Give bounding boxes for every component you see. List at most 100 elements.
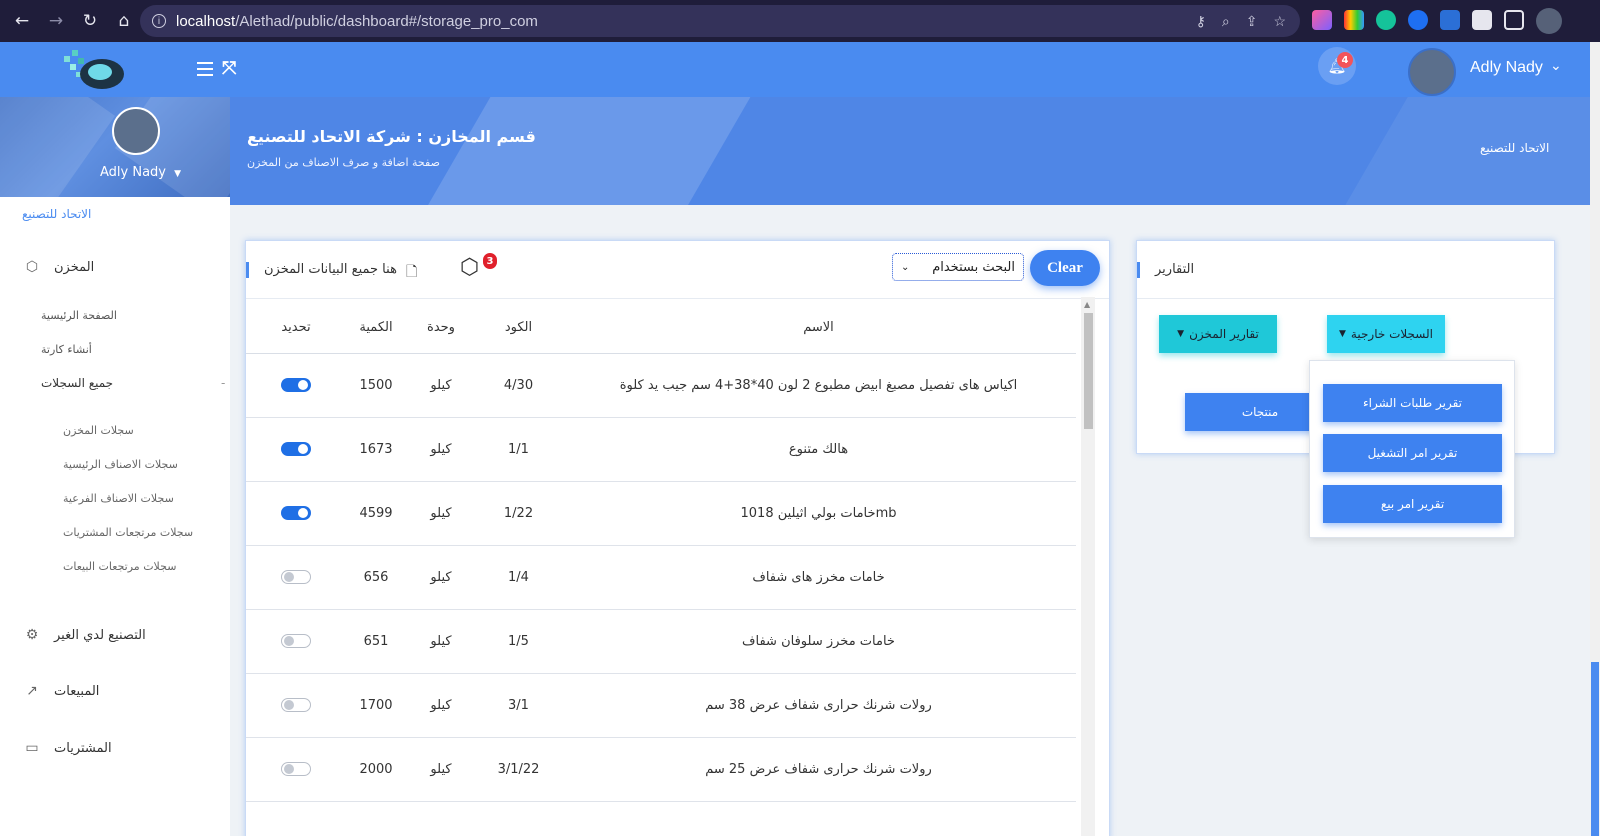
name-cell: mbخامات بولي اثيلين 1018 — [561, 481, 1076, 546]
row-select-cell — [246, 417, 346, 482]
site-info-icon[interactable]: i — [152, 14, 166, 28]
column-header-code[interactable]: الكود — [476, 303, 561, 354]
extension-grammarly-icon[interactable] — [1376, 10, 1396, 30]
sidebar-item-store[interactable]: ⬡ المخزن — [24, 259, 94, 275]
menu-item-sale-order-report[interactable]: تقرير امر بيع — [1323, 485, 1502, 523]
table-row[interactable]: 656 كيلو 1/4 خامات مخرز هاى شفاف — [246, 545, 1076, 610]
collapse-icon: - — [221, 376, 226, 390]
row-select-toggle[interactable] — [281, 762, 311, 776]
side-panel-icon[interactable] — [1504, 10, 1524, 30]
table-row[interactable]: 651 كيلو 1/5 خامات مخرز سلوفان شفاف — [246, 609, 1076, 674]
menu-item-operation-order-report[interactable]: تقرير امر التشغيل — [1323, 434, 1502, 472]
sidebar-item-home[interactable]: الصفحة الرئيسية — [41, 309, 117, 322]
page-title: قسم المخازن : شركة الاتحاد للتصنيع — [247, 127, 536, 146]
sidebar-user-menu[interactable]: Adly Nady ▼ — [100, 165, 181, 180]
notifications-button[interactable]: 🔔︎ 4 — [1318, 47, 1356, 85]
qty-cell: 4599 — [346, 481, 406, 546]
fullscreen-icon[interactable]: ⤧ — [222, 58, 236, 79]
table-body: 1500 كيلو 4/30 اكياس هاى تفصيل مصبغ ابيض مط… — [246, 353, 1076, 836]
sidebar-item-create-card[interactable]: أنشاء كارتة — [41, 343, 92, 356]
chevron-down-icon: ⌄ — [901, 261, 910, 273]
row-select-toggle[interactable] — [281, 634, 311, 648]
back-icon[interactable]: ← — [10, 9, 34, 33]
qty-cell: 656 — [346, 545, 406, 610]
qty-cell: 1673 — [346, 417, 406, 482]
app-header: ⤧ 🔔︎ 4 Adly Nady ⌄ — [0, 42, 1600, 97]
sidebar-record-purchase-returns[interactable]: سجلات مرتجعات المشتريات — [63, 526, 193, 539]
sidebar-record-store[interactable]: سجلات المخزن — [63, 424, 134, 437]
table-row[interactable] — [246, 801, 1076, 836]
sidebar-item-label: سجلات مرتجعات المشتريات — [63, 526, 194, 539]
sidebar-item-manufacturing[interactable]: ⚙ التصنيع لدي الغير — [24, 627, 146, 643]
page-subtitle: صفحة اضافة و صرف الاصناف من المخزن — [247, 156, 440, 169]
extension-infinity-icon[interactable] — [1408, 10, 1428, 30]
reports-title: التقارير — [1155, 262, 1195, 277]
table-row[interactable]: 2000 كيلو 3/1/22 رولات شرنك حرارى شفاف عرض … — [246, 737, 1076, 802]
row-select-toggle[interactable] — [281, 506, 311, 520]
sidebar-record-sales-returns[interactable]: سجلات مرتجعات البيعات — [63, 560, 176, 573]
table-row[interactable]: 1673 كيلو 1/1 هالك متنوع — [246, 417, 1076, 482]
menu-item-purchase-requests-report[interactable]: تقرير طلبات الشراء — [1323, 384, 1502, 422]
key-icon[interactable]: ⚷ — [1196, 13, 1206, 30]
search-by-value: البحث بستخدام — [932, 259, 1015, 275]
sidebar-item-all-records[interactable]: جميع السجلات - — [41, 376, 231, 390]
store-data-card: هنا جميع البيانات المخزن 🗋︎ ⬡ 3 ⌄ البحث … — [245, 240, 1110, 836]
page-scrollbar-thumb[interactable] — [1591, 662, 1599, 836]
external-records-dropdown-button[interactable]: ▼ السجلات خارجية — [1327, 315, 1445, 353]
store-table-container[interactable]: تحديد الكمية وحدة الكود الاسم 1500 كيلو 4/… — [246, 303, 1076, 836]
table-scrollbar-thumb[interactable] — [1084, 313, 1093, 429]
sidebar-record-main-items[interactable]: سجلات الاصناف الرئيسية — [63, 458, 178, 471]
column-header-name[interactable]: الاسم — [561, 303, 1076, 354]
sidebar-item-label: المخزن — [54, 259, 95, 275]
row-select-toggle[interactable] — [281, 698, 311, 712]
search-by-select[interactable]: ⌄ البحث بستخدام — [892, 253, 1024, 281]
table-row[interactable]: 1700 كيلو 3/1 رولات شرنك حرارى شفاف عرض 38 … — [246, 673, 1076, 738]
external-records-label: السجلات خارجية — [1350, 327, 1433, 341]
qty-cell: 1700 — [346, 673, 406, 738]
sidebar-profile: Adly Nady ▼ — [0, 97, 230, 197]
row-select-toggle[interactable] — [281, 378, 311, 392]
table-row[interactable]: 4599 كيلو 1/22 mbخامات بولي اثيلين 1018 — [246, 481, 1076, 546]
column-header-select[interactable]: تحديد — [246, 303, 346, 354]
chevron-down-icon[interactable]: ⌄ — [1550, 58, 1562, 74]
reports-card-header: التقارير — [1137, 241, 1554, 299]
app-logo[interactable] — [62, 48, 128, 92]
column-header-qty[interactable]: الكمية — [346, 303, 406, 354]
name-cell: هالك متنوع — [561, 417, 1076, 482]
clear-button[interactable]: Clear — [1030, 250, 1100, 286]
caret-down-icon: ▼ — [1177, 329, 1185, 339]
sidebar-item-label: جميع السجلات — [41, 376, 114, 390]
breadcrumb[interactable]: الاتحاد للتصنيع — [1480, 141, 1549, 155]
extensions-puzzle-icon[interactable] — [1472, 10, 1492, 30]
store-reports-dropdown-button[interactable]: ▼ تقارير المخزن — [1159, 315, 1277, 353]
sidebar-company[interactable]: الاتحاد للتصنيع — [22, 207, 91, 221]
sidebar-item-purchases[interactable]: ▭ المشتريات — [24, 740, 111, 756]
store-table: تحديد الكمية وحدة الكود الاسم 1500 كيلو 4/… — [246, 303, 1076, 836]
home-icon[interactable]: ⌂ — [112, 9, 136, 33]
address-bar[interactable]: i localhost/Alethad/public/dashboard#/st… — [140, 5, 1300, 37]
zoom-icon[interactable]: ⌕ — [1222, 13, 1230, 30]
extension-colorzilla-icon[interactable] — [1344, 10, 1364, 30]
table-row[interactable]: 1500 كيلو 4/30 اكياس هاى تفصيل مصبغ ابيض مط… — [246, 353, 1076, 418]
page-scrollbar[interactable] — [1590, 42, 1600, 836]
sidebar-item-sales[interactable]: ↗ المبيعات — [24, 683, 99, 699]
table-scrollbar[interactable]: ▲ — [1081, 297, 1095, 836]
column-header-unit[interactable]: وحدة — [406, 303, 476, 354]
scroll-up-icon[interactable]: ▲ — [1084, 300, 1090, 309]
sidebar-item-label: سجلات الاصناف الفرعية — [63, 492, 174, 505]
extension-figma-icon[interactable] — [1312, 10, 1332, 30]
reload-icon[interactable]: ↻ — [78, 9, 102, 33]
user-name[interactable]: Adly Nady — [1470, 59, 1543, 77]
row-select-toggle[interactable] — [281, 570, 311, 584]
menu-toggle-icon[interactable] — [197, 62, 213, 76]
unit-cell: كيلو — [406, 737, 476, 802]
forward-icon[interactable]: → — [44, 9, 68, 33]
document-icon: 🗋︎ — [406, 264, 418, 280]
extension-pen-icon[interactable] — [1440, 10, 1460, 30]
sidebar-record-sub-items[interactable]: سجلات الاصناف الفرعية — [63, 492, 174, 505]
browser-profile-avatar[interactable] — [1536, 8, 1562, 34]
bookmark-star-icon[interactable]: ☆ — [1273, 13, 1286, 30]
row-select-toggle[interactable] — [281, 442, 311, 456]
share-icon[interactable]: ⇪ — [1246, 13, 1258, 30]
user-avatar[interactable] — [1408, 48, 1456, 96]
